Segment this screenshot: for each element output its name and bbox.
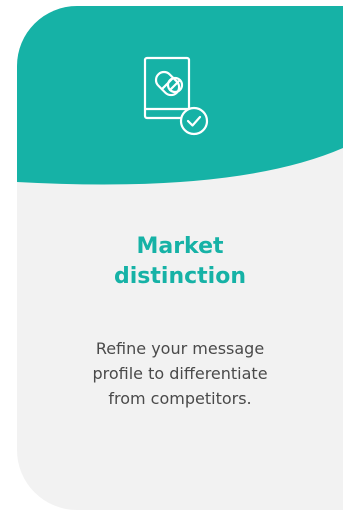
card-description-line-1: Refine your message: [95, 339, 265, 358]
feature-card: Market distinction Refine your message p…: [17, 6, 343, 510]
card-title-line-1: Market: [136, 234, 224, 259]
card-title: Market distinction: [37, 232, 323, 292]
card-description-line-2: profile to differentiate: [92, 364, 268, 383]
medicine-book-check-icon: [138, 54, 228, 144]
card-description-line-3: from competitors.: [108, 389, 252, 408]
card-title-line-2: distinction: [114, 264, 246, 289]
card-description: Refine your message profile to different…: [57, 336, 303, 411]
